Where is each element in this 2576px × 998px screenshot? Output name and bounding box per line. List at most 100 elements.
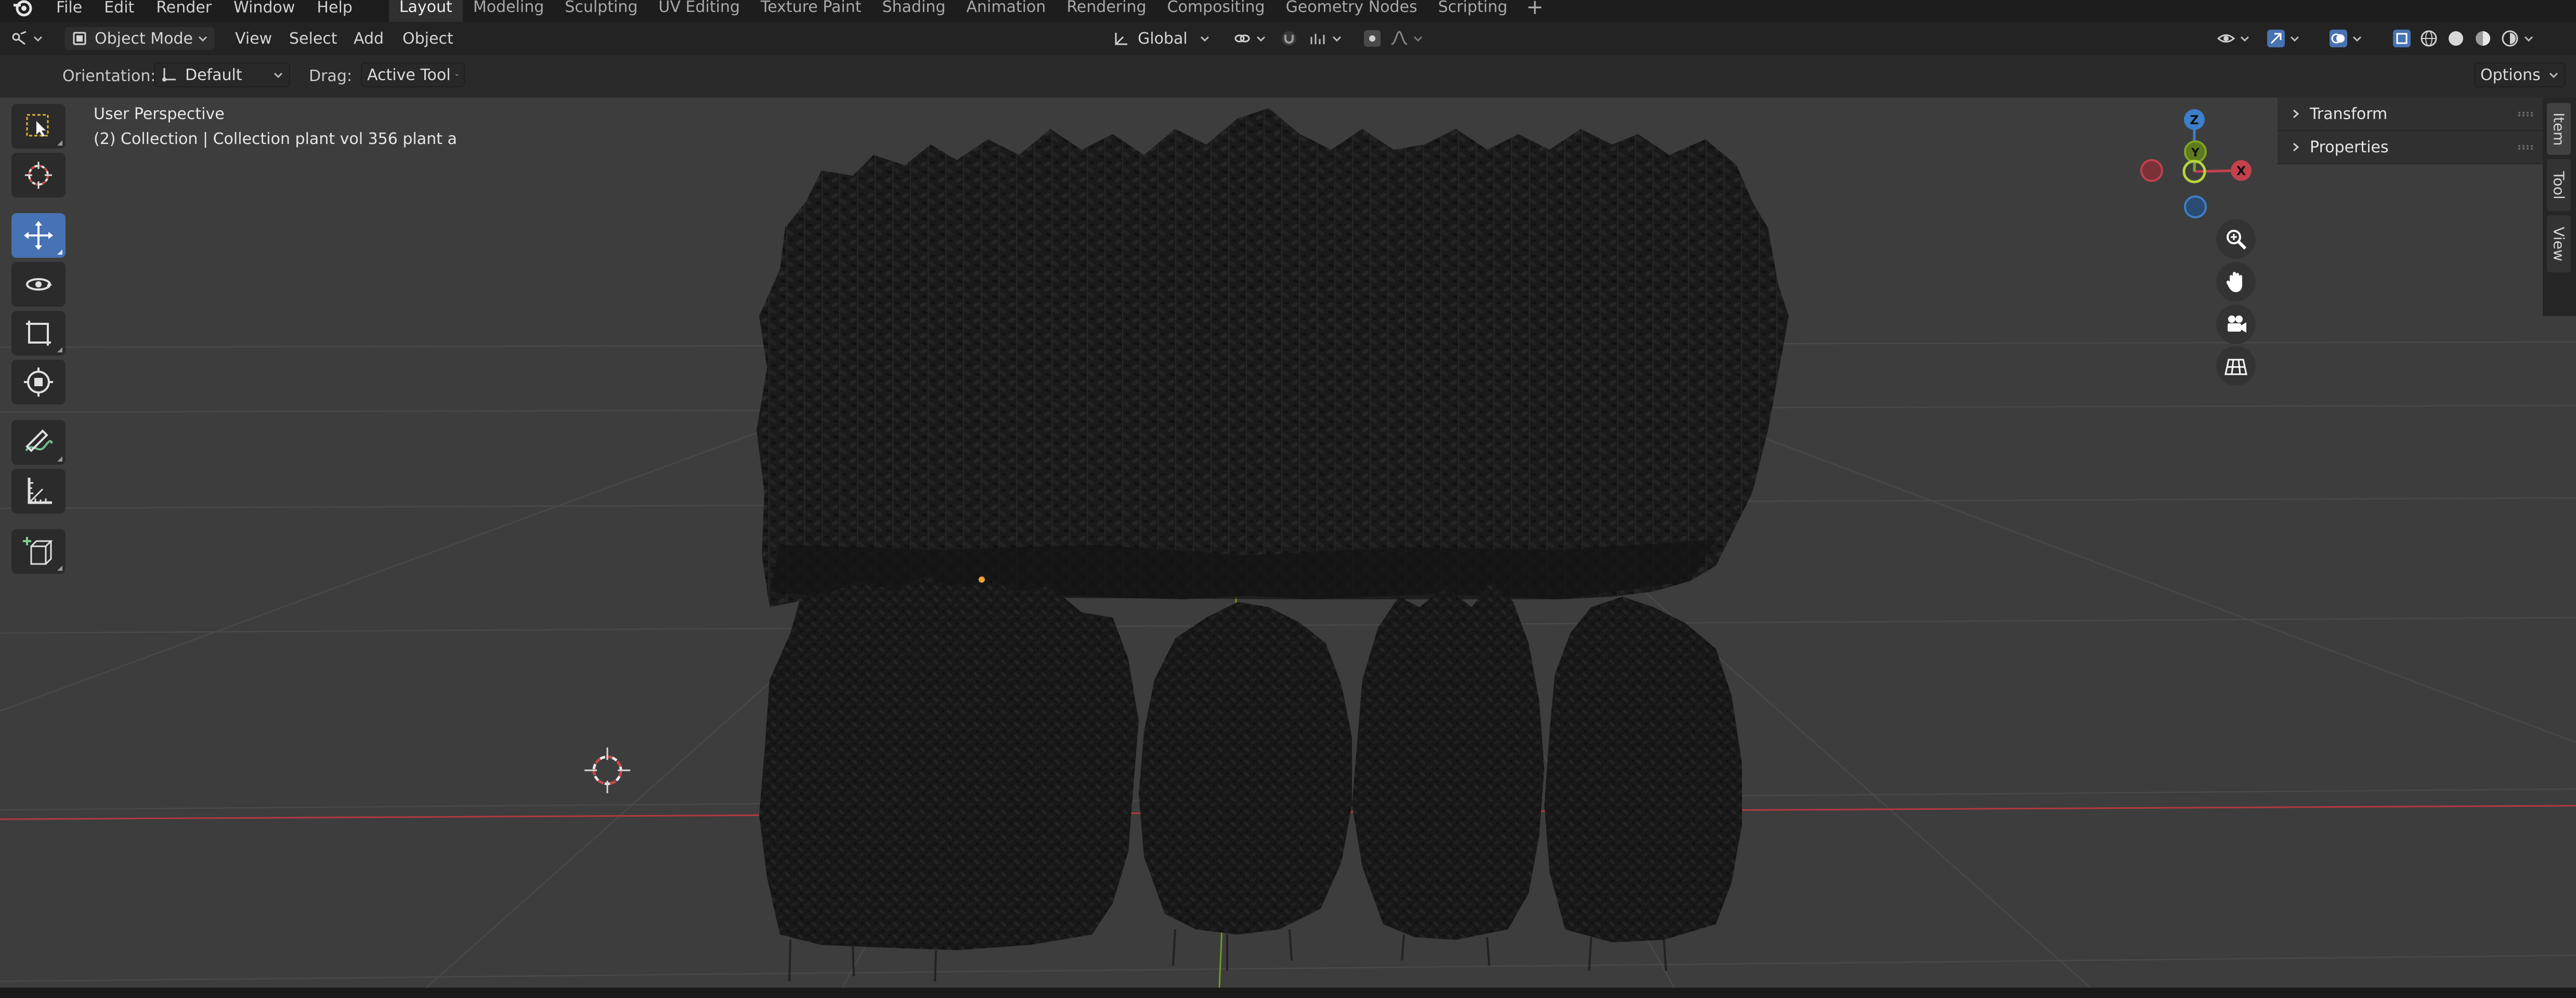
options-label: Options <box>2480 65 2541 84</box>
tab-rendering[interactable]: Rendering <box>1056 0 1156 22</box>
tab-geometry-nodes[interactable]: Geometry Nodes <box>1276 0 1428 22</box>
menu-edit[interactable]: Edit <box>104 0 134 17</box>
tab-compositing[interactable]: Compositing <box>1157 0 1276 22</box>
gizmo-neg-x-handle[interactable] <box>2140 159 2163 182</box>
sidebar-panels: Transform Properties <box>2278 98 2543 170</box>
rotate-tool[interactable] <box>11 262 66 307</box>
cursor-tool[interactable] <box>11 153 66 198</box>
sidebar-tab-item-label: Item <box>2550 112 2568 146</box>
camera-view-button[interactable] <box>2216 305 2256 344</box>
tab-layout[interactable]: Layout <box>388 0 463 22</box>
sidebar-tab-item[interactable]: Item <box>2547 103 2571 155</box>
editor-type-button[interactable] <box>10 27 44 50</box>
grid-ortho-icon <box>2224 359 2247 375</box>
drag-dropdown-box[interactable]: Active Tool <box>361 62 465 87</box>
tab-shading[interactable]: Shading <box>871 0 956 22</box>
menu-view-label: View <box>235 29 272 48</box>
menu-add[interactable]: Add <box>354 27 384 50</box>
options-dropdown[interactable]: Options <box>2474 62 2566 87</box>
plant-bush-group-bottom[interactable] <box>759 576 1742 982</box>
chevron-down-icon <box>2290 36 2299 42</box>
add-cube-tool[interactable] <box>11 529 66 574</box>
transform-tool[interactable] <box>11 360 66 404</box>
menu-help[interactable]: Help <box>317 0 352 17</box>
gizmo-toggle[interactable] <box>2267 27 2300 50</box>
pivot-point-dropdown[interactable] <box>1233 27 1267 50</box>
pan-button[interactable] <box>2216 262 2256 301</box>
chevron-down-icon <box>2352 36 2362 42</box>
bush-top-mass[interactable] <box>757 108 1789 607</box>
top-menu-bar: File Edit Render Window Help Layout Mode… <box>0 0 2576 22</box>
options-dropdown-box[interactable]: Options <box>2474 62 2566 87</box>
panel-transform-label: Transform <box>2310 104 2388 123</box>
chevron-down-icon <box>455 74 459 76</box>
measure-icon <box>28 478 52 504</box>
orientation-dropdown-box[interactable]: Default <box>154 62 290 87</box>
visibility-dropdown[interactable] <box>2217 27 2250 50</box>
tool-options-corner <box>57 347 62 352</box>
shading-material-button[interactable] <box>2474 27 2492 50</box>
gizmo-neg-z-handle[interactable] <box>2184 195 2207 218</box>
annotate-tool[interactable] <box>11 420 66 465</box>
3d-viewport[interactable]: User Perspective (2) Collection | Collec… <box>0 98 2576 988</box>
drag-grip-icon[interactable] <box>2518 111 2533 116</box>
blender-logo-icon[interactable] <box>11 0 34 19</box>
transform-orientation-dropdown[interactable]: Global <box>1113 27 1211 50</box>
sidebar-tab-tool[interactable]: Tool <box>2547 159 2571 211</box>
sidebar-tab-view-label: View <box>2550 226 2568 261</box>
orientation-value: Default <box>185 65 242 84</box>
shading-rendered-button[interactable] <box>2501 27 2534 50</box>
gizmo-y-label: Y <box>2191 147 2200 160</box>
gizmo-x-label: X <box>2236 164 2246 178</box>
panel-properties[interactable]: Properties <box>2278 131 2543 164</box>
tab-modeling[interactable]: Modeling <box>463 0 554 22</box>
shading-solid-button[interactable] <box>2447 27 2465 50</box>
tab-animation[interactable]: Animation <box>956 0 1056 22</box>
menu-object[interactable]: Object <box>402 27 453 50</box>
drag-dropdown[interactable]: Active Tool <box>361 62 465 87</box>
select-box-tool[interactable] <box>11 104 66 149</box>
panel-transform[interactable]: Transform <box>2278 98 2543 131</box>
move-tool[interactable] <box>11 213 66 258</box>
menu-select[interactable]: Select <box>289 27 337 50</box>
drag-grip-icon[interactable] <box>2518 145 2533 150</box>
menu-file[interactable]: File <box>56 0 82 17</box>
bush-bottom-3[interactable] <box>1352 581 1544 940</box>
viewport-scene[interactable] <box>0 98 2576 988</box>
add-workspace-button[interactable]: + <box>1518 0 1552 22</box>
shading-wireframe-button[interactable] <box>2420 27 2438 50</box>
cursor-icon <box>25 162 52 189</box>
sidebar-tab-view[interactable]: View <box>2547 215 2571 272</box>
chevron-down-icon <box>198 36 207 42</box>
overlays-toggle[interactable] <box>2330 27 2363 50</box>
navigation-gizmo[interactable]: Z X Y <box>2137 104 2252 229</box>
tab-uv-editing[interactable]: UV Editing <box>648 0 750 22</box>
tab-scripting[interactable]: Scripting <box>1428 0 1518 22</box>
drag-setting: Drag: <box>309 64 352 87</box>
bush-bottom-2[interactable] <box>1139 602 1352 935</box>
scale-tool[interactable] <box>11 311 66 356</box>
menu-window[interactable]: Window <box>233 0 295 17</box>
tab-texture-paint[interactable]: Texture Paint <box>750 0 872 22</box>
ortho-toggle-button[interactable] <box>2216 346 2256 386</box>
proportional-editing-toggle[interactable] <box>1363 27 1381 50</box>
zoom-button[interactable] <box>2216 219 2256 259</box>
tab-sculpting[interactable]: Sculpting <box>554 0 648 22</box>
3d-cursor-icon[interactable] <box>584 747 630 793</box>
proportional-falloff-dropdown[interactable] <box>1390 27 1424 50</box>
bush-bottom-1[interactable] <box>759 576 1139 950</box>
menu-view[interactable]: View <box>235 27 272 50</box>
orientation-dropdown[interactable]: Default <box>154 62 290 87</box>
xray-toggle[interactable] <box>2393 27 2411 50</box>
gizmo-icon <box>2267 30 2285 47</box>
mode-selector[interactable]: Object Mode <box>64 27 215 50</box>
transform-icon <box>24 367 53 397</box>
measure-tool[interactable] <box>11 469 66 514</box>
object-origin-dot[interactable] <box>979 576 985 583</box>
plant-bush-group-top[interactable] <box>757 108 1789 607</box>
tool-options-corner <box>57 566 62 571</box>
snap-target-dropdown[interactable] <box>1309 27 1343 50</box>
menu-render[interactable]: Render <box>156 0 212 17</box>
bush-bottom-4[interactable] <box>1544 597 1742 942</box>
snap-toggle[interactable] <box>1280 27 1298 50</box>
